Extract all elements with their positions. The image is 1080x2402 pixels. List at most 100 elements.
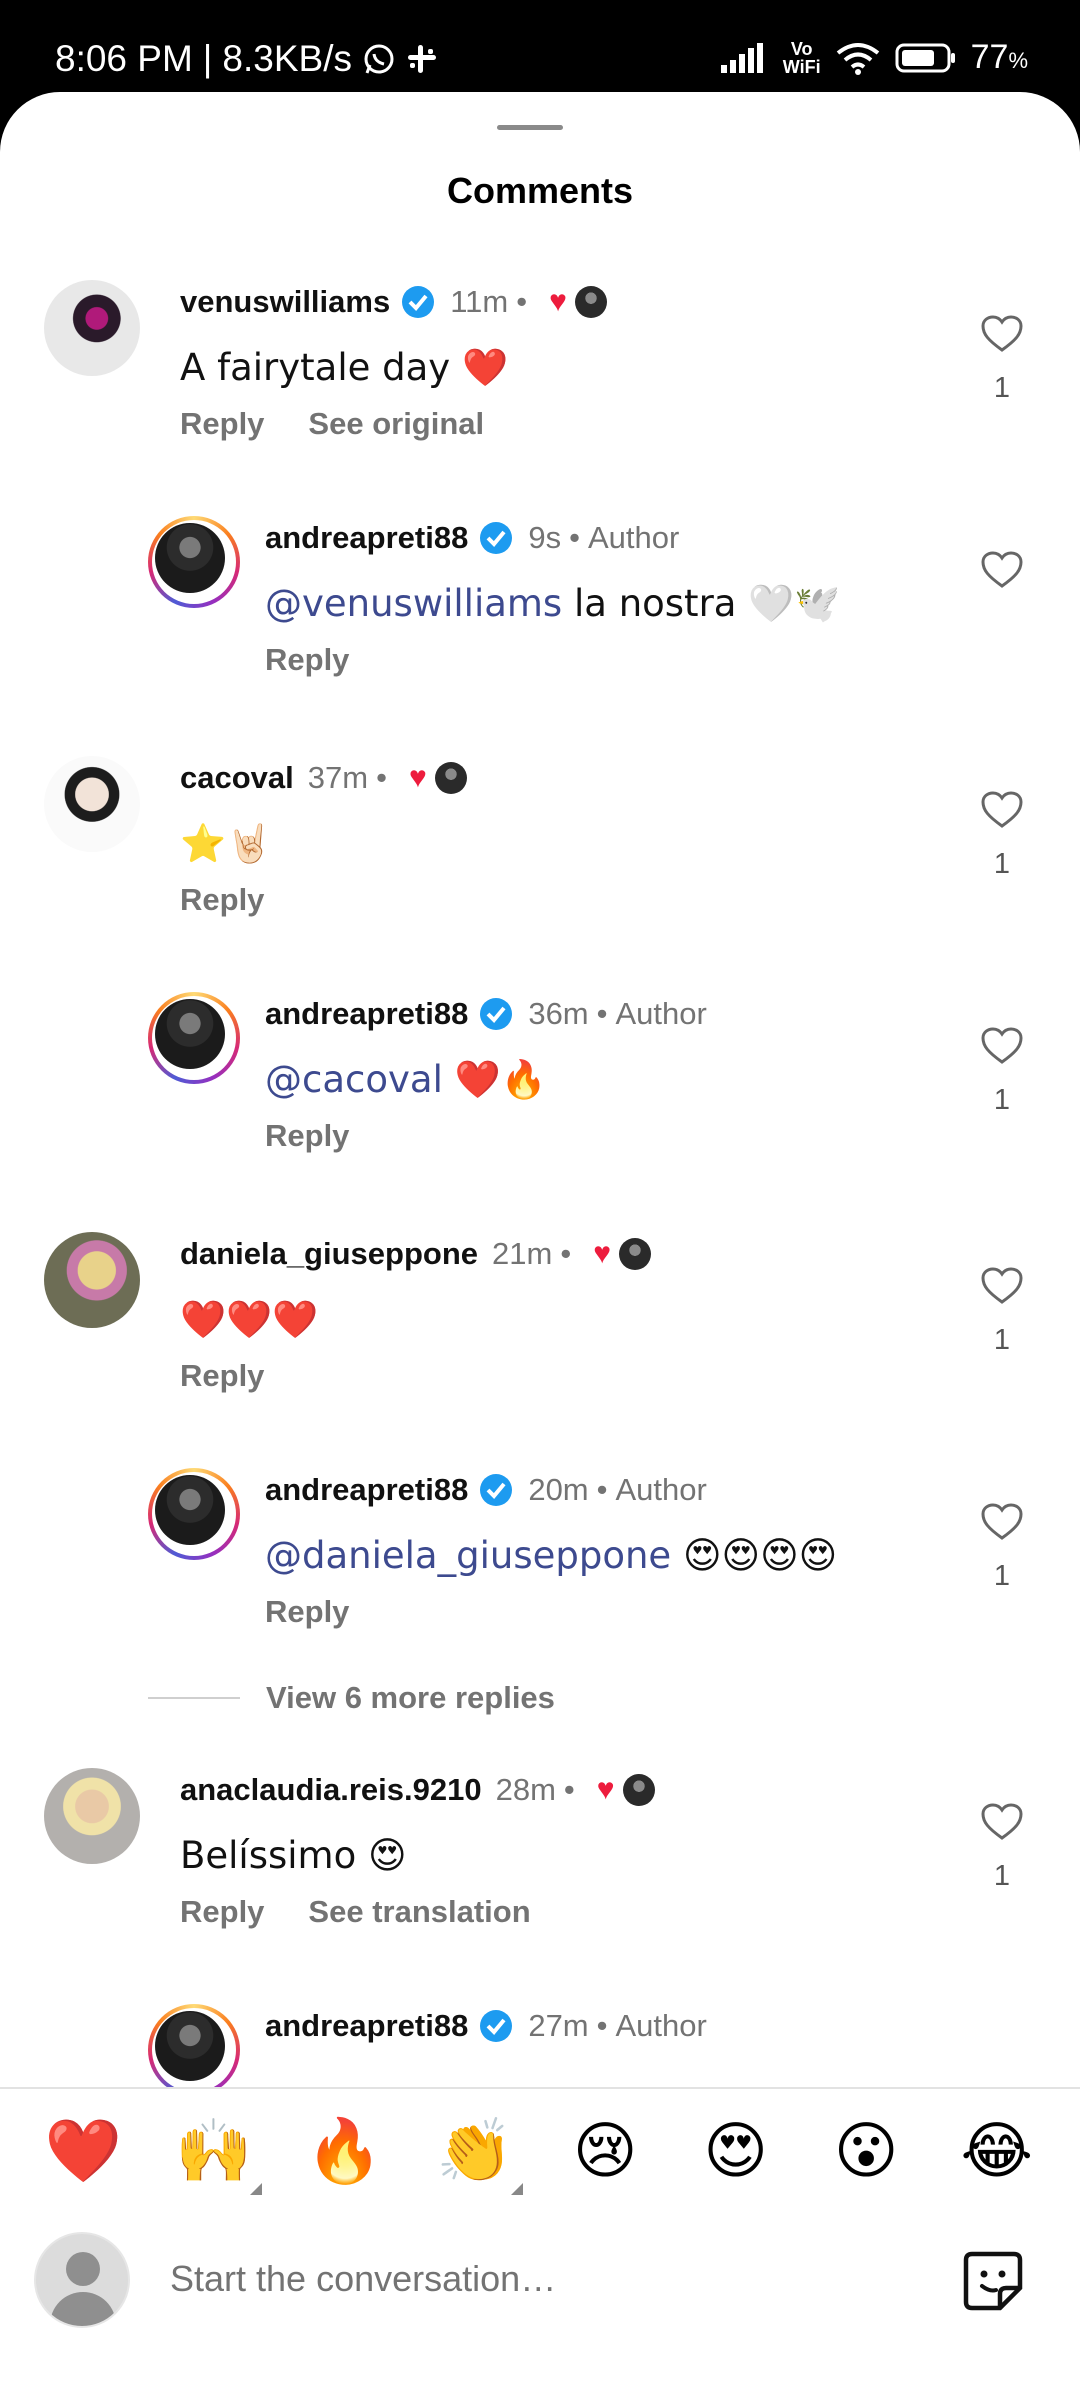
comment-time: 21m [492,1236,553,1271]
comment-username[interactable]: andreapreti88 [265,996,468,1032]
heart-outline-icon[interactable] [980,790,1024,830]
reaction-raised-hands-button[interactable]: 🙌 [174,2111,262,2195]
like-button[interactable]: 1 [980,790,1024,881]
author-liked-heart-icon: ♥ [593,1237,611,1270]
avatar[interactable] [44,756,140,852]
avatar-story-ring[interactable] [148,1468,240,1560]
status-divider: | [202,38,213,79]
verified-badge-icon [402,286,435,318]
comment-time: 28m [495,1772,556,1807]
avatar-story-ring[interactable] [148,992,240,1084]
like-button[interactable] [980,550,1024,590]
view-more-replies-label: View 6 more replies [266,1680,555,1715]
profile-avatar [34,2232,130,2328]
heart-outline-icon[interactable] [980,550,1024,590]
comment-username[interactable]: andreapreti88 [265,520,468,556]
drag-handle[interactable] [497,125,563,130]
avatar-story-ring[interactable] [148,2004,240,2096]
avatar[interactable] [44,1232,140,1328]
reaction-fire-button[interactable]: 🔥 [304,2111,384,2191]
like-button[interactable]: 1 [980,314,1024,405]
reply-button[interactable]: Reply [180,1894,264,1930]
divider-line [148,1697,240,1699]
verified-badge-icon [480,1474,513,1506]
reply-button[interactable]: Reply [265,642,349,678]
mention-link[interactable]: @daniela_giuseppone [265,1534,671,1577]
author-mini-avatar [622,1774,655,1806]
comment-username[interactable]: cacoval [180,760,294,796]
comments-sheet: Comments venuswilliams 11m • ♥ A fairytal… [0,92,1080,2400]
reaction-surprised-button[interactable]: 😮 [826,2111,906,2191]
like-count: 1 [993,1084,1011,1116]
vowifi-icon: Vo WiFi [782,38,821,77]
like-count: 1 [993,372,1011,404]
author-label: Author [615,996,707,1031]
avatar[interactable] [44,1768,140,1864]
network-speed: 8.3KB/s [222,38,352,79]
like-button[interactable]: 1 [980,1502,1024,1593]
author-mini-avatar [619,1238,651,1270]
reply-button[interactable]: Reply [265,1594,349,1630]
comment-text: ❤️❤️❤️ [180,1298,319,1341]
like-count: 1 [993,1860,1011,1892]
reaction-crying-button[interactable]: 😢 [565,2111,645,2191]
author-mini-avatar [574,286,607,318]
see-translation-button[interactable]: See translation [308,1894,530,1930]
comment-username[interactable]: daniela_giuseppone [180,1236,478,1272]
verified-badge-icon [480,2010,513,2042]
comment-time: 37m [307,760,369,795]
reply-button[interactable]: Reply [180,882,264,918]
verified-badge-icon [480,522,513,554]
whatsapp-icon [362,42,396,76]
comment-text: A fairytale day ❤️ [180,346,509,389]
skin-tone-indicator-icon [249,2183,262,2195]
comment-time: 20m [528,1472,589,1507]
comment-text: ⭐🤘🏻 [180,822,273,865]
author-liked-heart-icon: ♥ [549,285,567,318]
heart-outline-icon[interactable] [980,1502,1024,1542]
comment-input[interactable]: Start the conversation… [170,2258,556,2300]
verified-badge-icon [480,998,513,1030]
mention-link[interactable]: @cacoval [265,1058,443,1101]
author-liked-heart-icon: ♥ [408,761,427,794]
sheet-title: Comments [446,170,634,211]
mention-link[interactable]: @venuswilliams [265,582,562,625]
comment-username[interactable]: venuswilliams [180,284,390,320]
sticker-button[interactable] [962,2250,1024,2317]
author-label: Author [615,1472,707,1507]
heart-outline-icon[interactable] [980,314,1024,354]
quick-reactions: ❤️ 🙌 🔥 👏 😢 😍 😮 😂 [0,2111,1080,2195]
comment-username[interactable]: anaclaudia.reis.9210 [180,1772,482,1808]
avatar[interactable] [44,280,140,376]
heart-outline-icon[interactable] [980,1802,1024,1842]
like-button[interactable]: 1 [980,1026,1024,1117]
like-count: 1 [993,1560,1011,1592]
battery-icon [895,42,957,74]
reaction-clapping-button[interactable]: 👏 [435,2111,523,2195]
sticker-icon[interactable] [962,2250,1024,2312]
reply-button[interactable]: Reply [180,406,264,442]
comment-composer-bar: ❤️ 🙌 🔥 👏 😢 😍 😮 😂 Start the conversation… [0,2087,1080,2402]
heart-outline-icon[interactable] [980,1026,1024,1066]
status-bar: 8:06 PM | 8.3KB/s Vo WiFi 77% [0,0,1080,100]
view-more-replies-button[interactable]: View 6 more replies [148,1680,555,1716]
comment-time: 11m [450,284,509,319]
comment-username[interactable]: andreapreti88 [265,2008,468,2044]
comment-username[interactable]: andreapreti88 [265,1472,468,1508]
heart-outline-icon[interactable] [980,1266,1024,1306]
like-button[interactable]: 1 [980,1802,1024,1893]
reaction-heart-eyes-button[interactable]: 😍 [696,2111,776,2191]
reply-button[interactable]: Reply [180,1358,264,1394]
like-button[interactable]: 1 [980,1266,1024,1357]
comment-text: Belíssimo 😍 [180,1834,407,1877]
see-original-button[interactable]: See original [308,406,484,442]
comment-time: 36m [528,996,589,1031]
reply-button[interactable]: Reply [265,1118,349,1154]
reaction-heart-button[interactable]: ❤️ [43,2111,123,2191]
avatar-story-ring[interactable] [148,516,240,608]
comment-text: @venuswilliams la nostra 🤍🕊️ [265,582,841,625]
battery-level: 77% [970,38,1028,76]
comment-text: @cacoval ❤️🔥 [265,1058,547,1101]
author-mini-avatar [434,762,467,794]
reaction-laughing-button[interactable]: 😂 [957,2111,1037,2191]
